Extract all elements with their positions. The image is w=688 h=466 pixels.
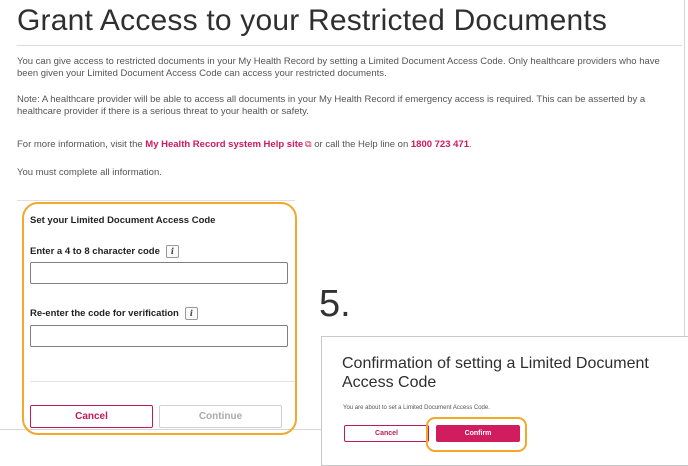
dialog-message: You are about to set a Limited Document …: [343, 405, 490, 411]
more-info-middle: or call the Help line on: [311, 139, 411, 150]
step-number: 5.: [319, 283, 351, 325]
more-info-suffix: .: [469, 139, 472, 150]
note-paragraph: Note: A healthcare provider will be able…: [17, 94, 646, 117]
page-title: Grant Access to your Restricted Document…: [17, 4, 608, 37]
more-info-prefix: For more information, visit the: [17, 139, 146, 150]
confirm-highlight-outline: [426, 417, 527, 452]
help-line-number[interactable]: 1800 723 471: [411, 139, 469, 150]
more-info-paragraph: For more information, visit the My Healt…: [17, 138, 667, 151]
dialog-title: Confirmation of setting a Limited Docume…: [342, 355, 649, 391]
title-divider: [17, 45, 682, 46]
form-highlight-outline: [22, 202, 297, 435]
requirement-note: You must complete all information.: [17, 167, 162, 178]
help-site-link[interactable]: My Health Record system Help site: [145, 139, 303, 150]
dialog-cancel-button[interactable]: Cancel: [344, 425, 429, 442]
intro-paragraph: You can give access to restricted docume…: [17, 56, 660, 79]
form-divider-top: [17, 200, 295, 201]
